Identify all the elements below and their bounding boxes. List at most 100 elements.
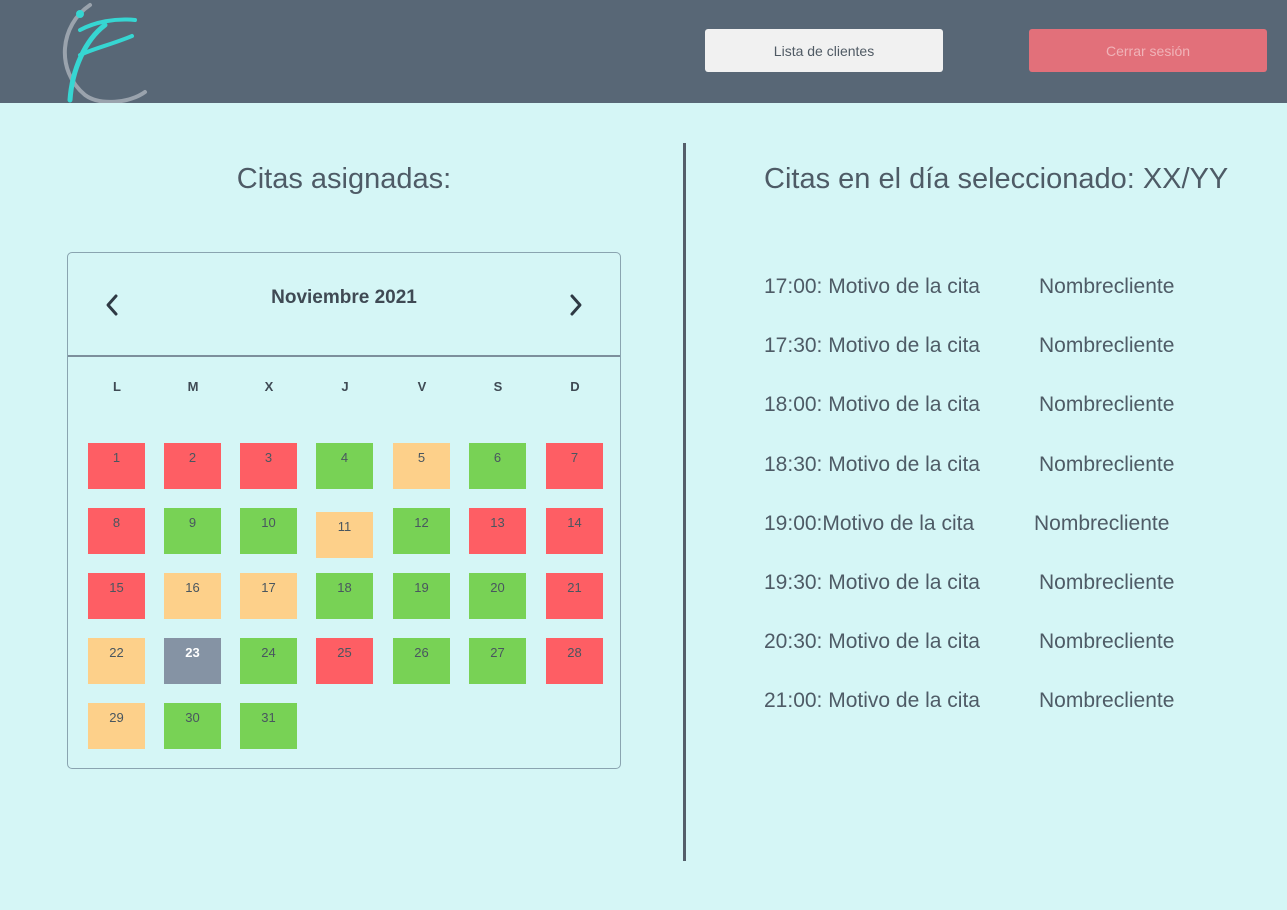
calendar-day[interactable]: 8 bbox=[88, 508, 145, 554]
appointment-row[interactable]: 18:00: Motivo de la cita Nombrecliente bbox=[764, 393, 1174, 417]
calendar-day[interactable]: 21 bbox=[546, 573, 603, 619]
calendar-day-number: 13 bbox=[490, 515, 505, 530]
appointment-client: Nombrecliente bbox=[1039, 393, 1175, 416]
calendar-day-number: 30 bbox=[185, 710, 200, 725]
logo bbox=[50, 0, 150, 104]
calendar-day-number: 1 bbox=[112, 450, 121, 465]
calendar-day-number: 4 bbox=[340, 450, 349, 465]
calendar-day-number: 12 bbox=[414, 515, 429, 530]
calendar-day-number: 21 bbox=[567, 580, 582, 595]
weekday-label: M bbox=[187, 379, 199, 394]
assigned-appointments-title: Citas asignadas: bbox=[236, 163, 452, 195]
appointment-time-reason: 21:00: Motivo de la cita bbox=[764, 689, 980, 712]
calendar-day[interactable]: 26 bbox=[393, 638, 450, 684]
calendar-day-number: 9 bbox=[188, 515, 197, 530]
appointment-time-reason: 18:30: Motivo de la cita bbox=[764, 453, 980, 476]
vertical-divider bbox=[683, 143, 686, 861]
appointment-row[interactable]: 18:30: Motivo de la cita Nombrecliente bbox=[764, 453, 1174, 477]
calendar-day[interactable]: 20 bbox=[469, 573, 526, 619]
calendar-day-number: 3 bbox=[264, 450, 273, 465]
top-bar: Lista de clientes Cerrar sesión bbox=[0, 0, 1287, 104]
calendar-day[interactable]: 10 bbox=[240, 508, 297, 554]
calendar-day-number: 29 bbox=[109, 710, 124, 725]
calendar-day-number: 2 bbox=[188, 450, 197, 465]
calendar-day-number: 11 bbox=[337, 519, 352, 534]
calendar-day[interactable]: 31 bbox=[240, 703, 297, 749]
calendar-day[interactable]: 7 bbox=[546, 443, 603, 489]
calendar-day[interactable]: 3 bbox=[240, 443, 297, 489]
calendar-day[interactable]: 6 bbox=[469, 443, 526, 489]
calendar-day-number: 16 bbox=[185, 580, 200, 595]
calendar-header: Noviembre 2021 bbox=[68, 253, 620, 357]
client-list-button[interactable]: Lista de clientes bbox=[705, 29, 943, 72]
weekday-label: J bbox=[341, 379, 349, 394]
calendar-day-number: 27 bbox=[490, 645, 505, 660]
calendar-day[interactable]: 2 bbox=[164, 443, 221, 489]
appointment-row[interactable]: 21:00: Motivo de la cita Nombrecliente bbox=[764, 689, 1174, 713]
calendar-day[interactable]: 11 bbox=[316, 512, 373, 558]
appointment-row[interactable]: 19:30: Motivo de la cita Nombrecliente bbox=[764, 571, 1174, 595]
calendar-day-number: 7 bbox=[570, 450, 579, 465]
calendar-day-number: 15 bbox=[109, 580, 124, 595]
appointment-time-reason: 19:30: Motivo de la cita bbox=[764, 571, 980, 594]
calendar-day[interactable]: 4 bbox=[316, 443, 373, 489]
calendar-day[interactable]: 15 bbox=[88, 573, 145, 619]
calendar-day-number: 22 bbox=[109, 645, 124, 660]
calendar-day[interactable]: 30 bbox=[164, 703, 221, 749]
appointment-client: Nombrecliente bbox=[1039, 689, 1175, 712]
chevron-right-icon bbox=[570, 294, 582, 316]
calendar-day[interactable]: 28 bbox=[546, 638, 603, 684]
appointment-time-reason: 17:30: Motivo de la cita bbox=[764, 334, 980, 357]
calendar-day-number: 6 bbox=[493, 450, 502, 465]
calendar-day-number: 24 bbox=[261, 645, 276, 660]
calendar-day-number: 10 bbox=[261, 515, 276, 530]
weekday-label: X bbox=[264, 379, 274, 394]
calendar-day-number: 20 bbox=[490, 580, 505, 595]
calendar-day[interactable]: 23 bbox=[164, 638, 221, 684]
calendar-day[interactable]: 16 bbox=[164, 573, 221, 619]
calendar-day-number: 23 bbox=[185, 645, 200, 660]
logout-button[interactable]: Cerrar sesión bbox=[1029, 29, 1267, 72]
calendar-day-number: 19 bbox=[414, 580, 429, 595]
calendar-day-number: 5 bbox=[417, 450, 426, 465]
calendar-day[interactable]: 19 bbox=[393, 573, 450, 619]
appointment-row[interactable]: 17:30: Motivo de la cita Nombrecliente bbox=[764, 334, 1174, 358]
calendar-day-number: 8 bbox=[112, 515, 121, 530]
appointment-row[interactable]: 17:00: Motivo de la cita Nombrecliente bbox=[764, 275, 1174, 299]
logo-icon bbox=[62, 3, 147, 104]
weekday-label: V bbox=[417, 379, 427, 394]
next-month-button[interactable] bbox=[562, 291, 590, 319]
calendar-day[interactable]: 14 bbox=[546, 508, 603, 554]
weekday-label: L bbox=[113, 379, 121, 394]
calendar-day[interactable]: 27 bbox=[469, 638, 526, 684]
appointment-row[interactable]: 19:00:Motivo de la cita Nombrecliente bbox=[764, 512, 1169, 536]
appointment-client: Nombrecliente bbox=[1039, 334, 1175, 357]
calendar-day[interactable]: 18 bbox=[316, 573, 373, 619]
weekday-label: D bbox=[570, 379, 580, 394]
calendar-day[interactable]: 17 bbox=[240, 573, 297, 619]
calendar-day-number: 28 bbox=[567, 645, 582, 660]
calendar-day[interactable]: 9 bbox=[164, 508, 221, 554]
calendar-day[interactable]: 22 bbox=[88, 638, 145, 684]
calendar: Noviembre 2021 LMXJVSD 1 2 3 4 5 6 7 8 9 10 11 12 13… bbox=[67, 252, 621, 769]
calendar-day[interactable]: 5 bbox=[393, 443, 450, 489]
calendar-day-number: 17 bbox=[261, 580, 276, 595]
month-label: Noviembre 2021 bbox=[271, 287, 417, 308]
appointment-client: Nombrecliente bbox=[1039, 571, 1175, 594]
appointment-client: Nombrecliente bbox=[1039, 275, 1175, 298]
calendar-day[interactable]: 24 bbox=[240, 638, 297, 684]
appointment-client: Nombrecliente bbox=[1039, 453, 1175, 476]
calendar-day[interactable]: 29 bbox=[88, 703, 145, 749]
weekday-label: S bbox=[493, 379, 503, 394]
calendar-day[interactable]: 1 bbox=[88, 443, 145, 489]
appointment-client: Nombrecliente bbox=[1034, 512, 1170, 535]
appointment-time-reason: 18:00: Motivo de la cita bbox=[764, 393, 980, 416]
calendar-day[interactable]: 12 bbox=[393, 508, 450, 554]
calendar-day-number: 31 bbox=[261, 710, 276, 725]
calendar-day-number: 14 bbox=[567, 515, 582, 530]
calendar-day[interactable]: 13 bbox=[469, 508, 526, 554]
appointment-time-reason: 17:00: Motivo de la cita bbox=[764, 275, 980, 298]
calendar-day[interactable]: 25 bbox=[316, 638, 373, 684]
appointment-row[interactable]: 20:30: Motivo de la cita Nombrecliente bbox=[764, 630, 1174, 654]
selected-day-title: Citas en el día seleccionado: XX/YY bbox=[764, 163, 1229, 195]
